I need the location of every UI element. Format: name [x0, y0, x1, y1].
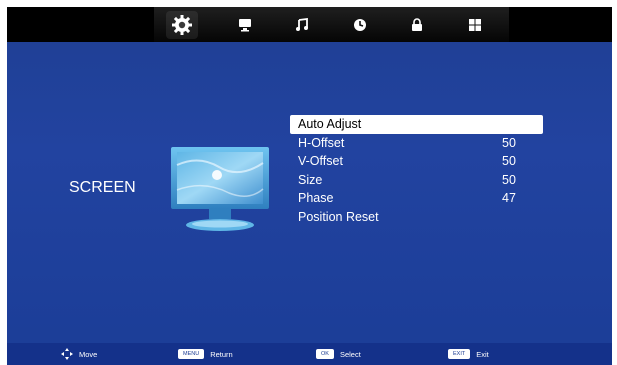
hint-return-label: Return — [210, 349, 233, 359]
screen-settings-menu: Auto Adjust H-Offset 50 V-Offset 50 Size… — [290, 115, 543, 226]
menu-tab-strip — [154, 7, 509, 42]
menu-item-auto-adjust[interactable]: Auto Adjust — [290, 115, 543, 134]
ok-key-icon: OK — [316, 349, 334, 359]
menu-item-label: Size — [298, 172, 323, 187]
hint-exit: EXIT Exit — [448, 343, 489, 365]
menu-item-v-offset[interactable]: V-Offset 50 — [290, 152, 543, 171]
clock-icon — [354, 18, 366, 31]
music-note-icon — [296, 17, 308, 31]
menu-item-label: Phase — [298, 191, 334, 205]
menu-item-h-offset[interactable]: H-Offset 50 — [290, 134, 543, 153]
move-arrows-icon — [61, 348, 73, 360]
menu-item-label: Position Reset — [298, 209, 379, 224]
hint-move: Move — [60, 343, 97, 365]
tab-lock[interactable] — [397, 7, 437, 42]
menu-key-icon: MENU — [178, 349, 205, 359]
tv-osd-screen: SCREEN Auto Adjust H-Offset 50 V-Offset … — [7, 7, 612, 365]
tab-sound[interactable] — [282, 7, 322, 42]
menu-item-position-reset[interactable]: Position Reset — [290, 208, 543, 227]
menu-item-label: H-Offset — [298, 135, 345, 150]
tab-display[interactable] — [225, 7, 265, 42]
hint-move-label: Move — [79, 349, 98, 359]
menu-item-value: 47 — [502, 191, 516, 205]
menu-item-value: 50 — [502, 135, 516, 150]
hint-exit-label: Exit — [476, 349, 489, 359]
exit-key-icon: EXIT — [448, 349, 471, 359]
hint-select: OK Select — [316, 343, 361, 365]
footer-hint-bar: Move MENU Return OK Select EXIT Exit — [7, 343, 612, 365]
menu-item-label: V-Offset — [298, 154, 343, 168]
tab-picture[interactable] — [162, 7, 202, 42]
hint-select-label: Select — [339, 349, 361, 359]
menu-item-value: 50 — [502, 172, 516, 187]
page-title: SCREEN — [69, 179, 136, 196]
menu-item-size[interactable]: Size 50 — [290, 171, 543, 190]
hint-return: MENU Return — [178, 343, 233, 365]
grid-icon — [469, 18, 481, 31]
tab-time[interactable] — [340, 7, 380, 42]
tab-setup[interactable] — [455, 7, 495, 42]
menu-item-phase[interactable]: Phase 47 — [290, 189, 543, 208]
menu-item-value: 50 — [502, 154, 516, 168]
lock-icon — [412, 17, 422, 31]
top-bar — [7, 7, 612, 42]
monitor-icon — [239, 18, 251, 31]
monitor-illustration-icon — [171, 147, 269, 231]
menu-item-label: Auto Adjust — [298, 117, 362, 131]
